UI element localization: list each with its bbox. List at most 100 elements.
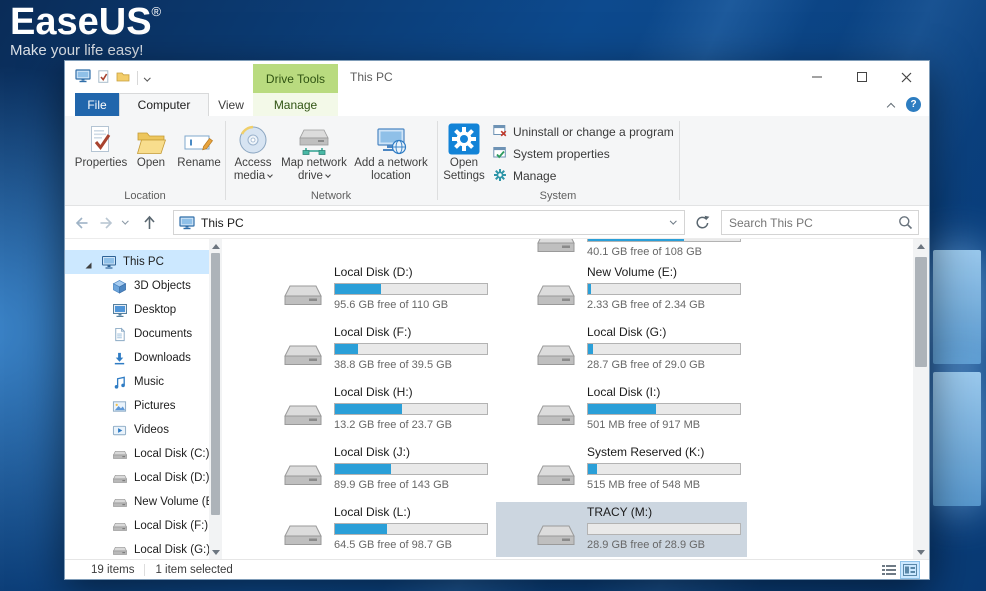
ribbon-tab-row: File Computer View Manage ? bbox=[65, 93, 929, 116]
open-settings-button[interactable]: Open Settings bbox=[439, 120, 489, 183]
sidebar-item-this-pc[interactable]: This PC bbox=[65, 250, 209, 274]
expand-chevron-icon[interactable] bbox=[85, 258, 92, 272]
rename-button[interactable]: Rename bbox=[173, 120, 225, 170]
scroll-down-arrow-icon[interactable] bbox=[913, 545, 929, 559]
maximize-button[interactable] bbox=[839, 61, 884, 93]
navigation-pane-list: This PC3D Objects Desktop Documents Downloa… bbox=[65, 250, 209, 559]
drive-tile-system-reserved-k[interactable]: System Reserved (K:)515 MB free of 548 M… bbox=[496, 442, 747, 498]
access-media-label: Access media bbox=[234, 157, 272, 182]
drive-tile-local-disk-l[interactable]: Local Disk (L:)64.5 GB free of 98.7 GB bbox=[243, 502, 494, 558]
details-view-button[interactable] bbox=[880, 562, 898, 578]
tab-computer[interactable]: Computer bbox=[119, 93, 209, 116]
uninstall-program-icon bbox=[493, 124, 507, 141]
open-button[interactable]: Open bbox=[127, 120, 175, 170]
properties-icon bbox=[89, 120, 113, 155]
tab-view[interactable]: View bbox=[209, 93, 253, 116]
ribbon: Properties Open Rename Location Access m… bbox=[65, 116, 929, 206]
drive-tile-local-disk-f[interactable]: Local Disk (F:)38.8 GB free of 39.5 GB bbox=[243, 322, 494, 378]
uninstall-program-item[interactable]: Uninstall or change a program bbox=[493, 122, 674, 142]
scrollbar-thumb[interactable] bbox=[915, 257, 927, 367]
search-icon[interactable] bbox=[892, 215, 918, 230]
address-bar[interactable]: This PC bbox=[173, 210, 685, 235]
search-input[interactable] bbox=[722, 216, 892, 230]
sidebar-item-local-disk-c[interactable]: Local Disk (C:) bbox=[65, 442, 209, 466]
sidebar-item-downloads[interactable]: Downloads bbox=[65, 346, 209, 370]
tiles-view-button[interactable] bbox=[901, 562, 919, 578]
up-button[interactable] bbox=[137, 210, 161, 235]
picture-icon bbox=[112, 398, 128, 414]
collapse-ribbon-chevron-icon[interactable] bbox=[883, 100, 899, 114]
minimize-button[interactable] bbox=[794, 61, 839, 93]
sidebar-item-label: Documents bbox=[134, 328, 192, 340]
scrollbar-thumb[interactable] bbox=[211, 253, 220, 515]
manage-item[interactable]: Manage bbox=[493, 166, 556, 186]
tab-manage[interactable]: Manage bbox=[253, 93, 338, 116]
quick-access-toolbar bbox=[75, 69, 150, 86]
close-button[interactable] bbox=[884, 61, 929, 93]
sidebar-item-3d-objects[interactable]: 3D Objects bbox=[65, 274, 209, 298]
forward-button[interactable] bbox=[95, 210, 119, 235]
sidebar-item-documents[interactable]: Documents bbox=[65, 322, 209, 346]
drive-free-space: 13.2 GB free of 23.7 GB bbox=[334, 419, 452, 431]
content-scrollbar[interactable] bbox=[913, 239, 929, 559]
address-dropdown-chevron-icon[interactable] bbox=[662, 211, 684, 234]
scroll-down-arrow-icon[interactable] bbox=[209, 545, 222, 559]
access-media-button[interactable]: Access media bbox=[228, 120, 278, 183]
drive-tile-tracy-m[interactable]: TRACY (M:)28.9 GB free of 28.9 GB bbox=[496, 502, 747, 557]
toolbar-separator bbox=[137, 71, 138, 85]
disk-usage-bar bbox=[334, 343, 488, 355]
title-bar[interactable]: Drive Tools This PC bbox=[65, 61, 929, 93]
sidebar-item-label: Desktop bbox=[134, 304, 176, 316]
sidebar-item-desktop[interactable]: Desktop bbox=[65, 298, 209, 322]
drive-free-space: 515 MB free of 548 MB bbox=[587, 479, 700, 491]
disk-usage-bar bbox=[587, 523, 741, 535]
drive-free-space: 28.7 GB free of 29.0 GB bbox=[587, 359, 705, 371]
drive-name: Local Disk (H:) bbox=[334, 385, 413, 399]
drive-tile-new-volume-e[interactable]: New Volume (E:)2.33 GB free of 2.34 GB bbox=[496, 262, 747, 318]
sidebar-item-local-disk-f[interactable]: Local Disk (F:) bbox=[65, 514, 209, 538]
scroll-up-arrow-icon[interactable] bbox=[209, 239, 222, 253]
navigation-scrollbar[interactable] bbox=[209, 239, 222, 559]
sidebar-item-local-disk-d[interactable]: Local Disk (D:) bbox=[65, 466, 209, 490]
scroll-up-arrow-icon[interactable] bbox=[913, 239, 929, 253]
sidebar-item-label: Pictures bbox=[134, 400, 176, 412]
drive-tile-local-disk-h[interactable]: Local Disk (H:) 13.2 GB free of 23.7 GB bbox=[243, 382, 494, 438]
this-pc-icon[interactable] bbox=[75, 69, 91, 86]
group-label-network: Network bbox=[225, 190, 437, 202]
refresh-button[interactable] bbox=[689, 210, 715, 235]
disk-usage-bar bbox=[334, 523, 488, 535]
sidebar-item-new-volume-e[interactable]: New Volume (E:) bbox=[65, 490, 209, 514]
map-network-drive-button[interactable]: Map network drive bbox=[279, 120, 349, 183]
drive-name: Local Disk (D:) bbox=[334, 265, 413, 279]
disk-usage-bar bbox=[587, 463, 741, 475]
ribbon-divider bbox=[225, 121, 226, 200]
customize-toolbar-chevron-icon[interactable] bbox=[145, 71, 150, 85]
drive-tile-local-disk-g[interactable]: Local Disk (G:) 28.7 GB free of 29.0 GB bbox=[496, 322, 747, 378]
system-properties-icon bbox=[493, 146, 507, 163]
system-properties-label: System properties bbox=[513, 147, 610, 161]
drive-tile-local-disk-i[interactable]: Local Disk (I:)501 MB free of 917 MB bbox=[496, 382, 747, 438]
sidebar-item-local-disk-g[interactable]: Local Disk (G:) bbox=[65, 538, 209, 559]
brand-tagline: Make your life easy! bbox=[10, 42, 161, 59]
sidebar-item-music[interactable]: Music bbox=[65, 370, 209, 394]
new-folder-quick-icon[interactable] bbox=[116, 71, 130, 85]
drive-tile-local-disk-d[interactable]: Local Disk (D:) 95.6 GB free of 110 GB bbox=[243, 262, 494, 318]
add-network-location-button[interactable]: Add a network location bbox=[349, 120, 433, 183]
properties-quick-icon[interactable] bbox=[98, 70, 109, 86]
group-label-system: System bbox=[437, 190, 679, 202]
drive-name: Local Disk (G:) bbox=[587, 325, 666, 339]
map-network-drive-icon bbox=[298, 120, 330, 155]
sidebar-item-videos[interactable]: Videos bbox=[65, 418, 209, 442]
sidebar-item-pictures[interactable]: Pictures bbox=[65, 394, 209, 418]
drive-tools-contextual-tab[interactable]: Drive Tools bbox=[253, 64, 338, 93]
drive-free-space: 95.6 GB free of 110 GB bbox=[334, 299, 448, 311]
help-button[interactable]: ? bbox=[906, 97, 921, 112]
properties-button[interactable]: Properties bbox=[75, 120, 127, 170]
system-properties-item[interactable]: System properties bbox=[493, 144, 610, 164]
drive-tile-local-disk-j[interactable]: Local Disk (J:)89.9 GB free of 143 GB bbox=[243, 442, 494, 498]
recent-locations-chevron-icon[interactable] bbox=[117, 210, 133, 235]
back-button[interactable] bbox=[69, 210, 93, 235]
tab-file[interactable]: File bbox=[75, 93, 119, 116]
drive-tile-partial[interactable]: 40.1 GB free of 108 GB bbox=[496, 239, 747, 263]
sidebar-item-label: Local Disk (G:) bbox=[134, 544, 209, 556]
